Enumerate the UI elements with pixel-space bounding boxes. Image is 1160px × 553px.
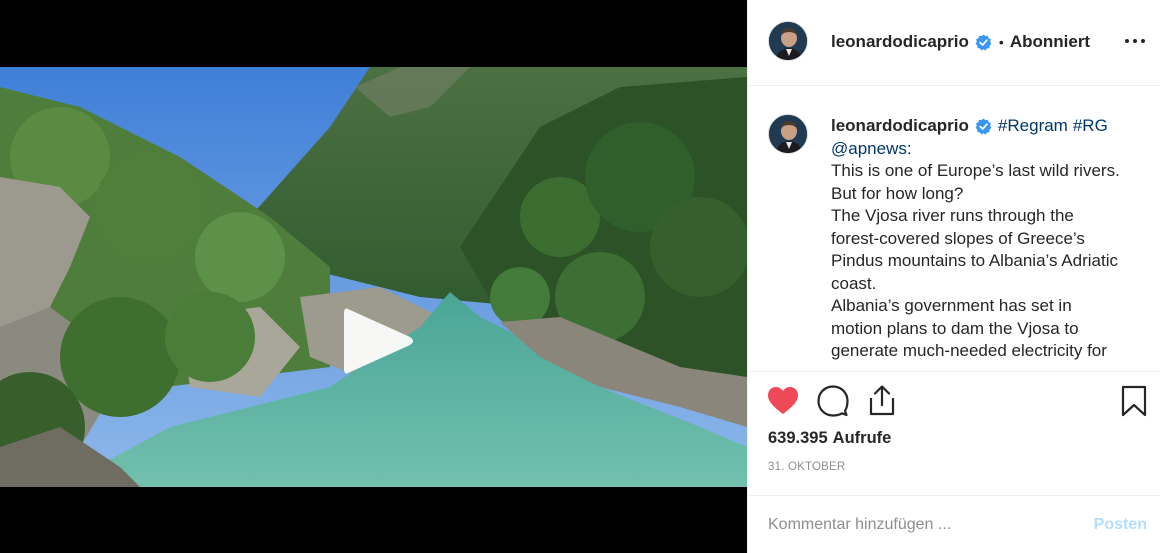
separator-dot: • — [998, 34, 1004, 50]
avatar-image — [769, 115, 807, 153]
hashtag-link[interactable]: #RG — [1073, 115, 1108, 138]
comment-button[interactable] — [816, 384, 850, 418]
caption-line: The Vjosa river runs through the — [831, 206, 1074, 225]
view-count-number: 639.395 — [768, 429, 828, 447]
author-username[interactable]: leonardodicaprio — [831, 32, 969, 52]
heart-icon — [768, 387, 798, 414]
caption-line: coast. — [831, 273, 877, 293]
post-date[interactable]: 31. OKTOBER — [768, 461, 845, 473]
caption-line: motion plans to dam the Vjosa to — [831, 318, 1079, 338]
post-actions: 639.395 Aufrufe 31. OKTOBER — [748, 371, 1160, 512]
share-icon — [869, 385, 895, 416]
speech-bubble-icon — [817, 385, 849, 417]
like-button[interactable] — [766, 384, 800, 418]
play-button[interactable] — [336, 301, 416, 381]
comment-input[interactable] — [768, 514, 1068, 536]
view-count-label: Aufrufe — [832, 429, 892, 447]
comments-section: leonardodicaprio #Regram #RG @apnews: Th… — [748, 87, 1160, 371]
caption-author-username[interactable]: leonardodicaprio — [831, 115, 969, 138]
follow-status-button[interactable]: Abonniert — [1010, 32, 1090, 52]
caption-line: But for how long? — [831, 183, 964, 203]
more-dot-icon — [1125, 39, 1129, 43]
caption-line: This is one of Europe’s last wild rivers… — [831, 161, 1120, 180]
mention-link[interactable]: @apnews: — [831, 138, 1143, 161]
author-avatar[interactable] — [768, 21, 808, 61]
video-frame — [0, 67, 747, 487]
post-comment-button[interactable]: Posten — [1094, 516, 1147, 534]
caption-line: Pindus mountains to Albania’s Adriatic — [831, 251, 1118, 270]
share-button[interactable] — [865, 383, 899, 417]
more-dot-icon — [1141, 39, 1145, 43]
post-media — [0, 0, 747, 553]
caption-line: Albania’s government has set in — [831, 296, 1072, 315]
add-comment-section: Posten — [748, 495, 1160, 553]
caption-line: generate much-needed electricity for — [831, 341, 1107, 360]
hashtag-link[interactable]: #Regram — [998, 115, 1068, 138]
avatar-image — [769, 22, 807, 60]
save-button[interactable] — [1117, 384, 1151, 418]
bookmark-icon — [1121, 385, 1147, 417]
post-sidebar: leonardodicaprio • Abonniert leonardodic… — [747, 0, 1160, 553]
post-caption: leonardodicaprio #Regram #RG @apnews: Th… — [831, 115, 1143, 363]
more-dot-icon — [1133, 39, 1137, 43]
post-header: leonardodicaprio • Abonniert — [748, 0, 1160, 86]
more-options-button[interactable] — [1123, 30, 1147, 52]
author-info: leonardodicaprio • Abonniert — [831, 31, 1090, 53]
caption-line: forest-covered slopes of Greece’s — [831, 228, 1085, 248]
video-player[interactable] — [0, 67, 747, 487]
caption-author-avatar[interactable] — [768, 114, 808, 154]
play-icon — [344, 308, 413, 374]
verified-badge-icon — [975, 34, 992, 51]
verified-badge-icon — [975, 118, 992, 135]
caption-header: leonardodicaprio #Regram #RG — [831, 115, 1143, 138]
view-count[interactable]: 639.395 Aufrufe — [768, 429, 891, 448]
